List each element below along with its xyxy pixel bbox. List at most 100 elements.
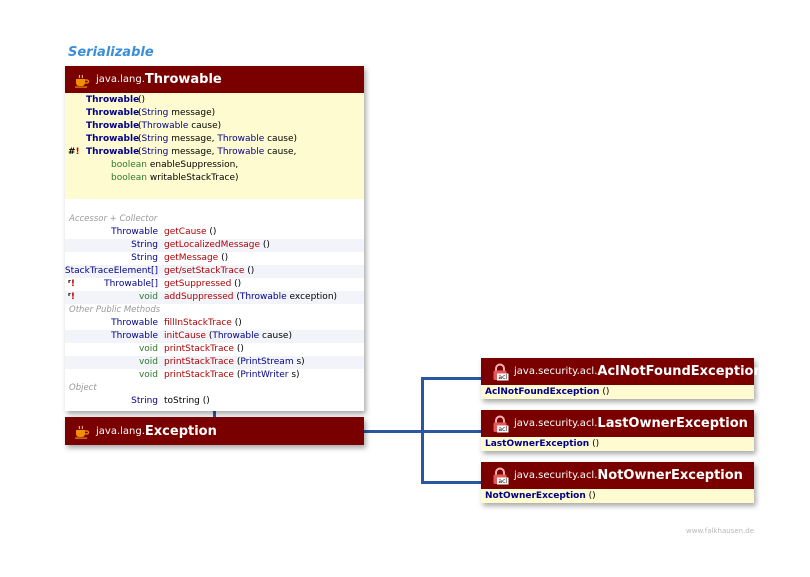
constructor-row: #! Throwable (String message, Throwable …: [65, 146, 364, 159]
method-row: StackTraceElement[] get/setStackTrace (): [65, 265, 364, 278]
category-label: Other Public Methods: [69, 305, 161, 315]
method-row: ʳ! Throwable[] getSuppressed (): [65, 278, 364, 291]
constructor-name: Throwable: [86, 95, 140, 105]
inheritance-line-notowner: [421, 481, 482, 484]
method-signature: printStackTrace (PrintStream s): [164, 357, 305, 367]
return-type: String: [131, 396, 158, 406]
svg-text:acl: acl: [498, 426, 507, 433]
constructor-row: Throwable (String message, Throwable cau…: [65, 133, 364, 146]
return-type: void: [138, 292, 158, 302]
method-row: Throwable initCause (Throwable cause): [65, 330, 364, 343]
method-row: void printStackTrace (PrintStream s): [65, 356, 364, 369]
protected-marker: #!: [68, 147, 80, 157]
category-label: Object: [69, 383, 97, 393]
constructor-row: AclNotFoundException (): [481, 385, 754, 399]
method-signature: getMessage (): [164, 253, 229, 263]
return-type: Throwable: [111, 227, 158, 237]
inheritance-line-aclnotfound: [421, 377, 482, 380]
constructor-args: (String message, Throwable cause,: [138, 147, 297, 157]
class-header-notownerexception: acl java.security.acl. NotOwnerException: [481, 462, 754, 489]
method-row: String getLocalizedMessage (): [65, 239, 364, 252]
return-type: void: [138, 344, 158, 354]
return-type: StackTraceElement[]: [64, 266, 158, 276]
svg-text:acl: acl: [498, 478, 507, 485]
class-header-aclnotfoundexception: acl java.security.acl. AclNotFoundExcepti…: [481, 358, 763, 385]
constructor-section: Throwable() Throwable (String message) T…: [65, 93, 364, 199]
class-package: java.security.acl.: [514, 470, 598, 481]
class-name: Exception: [144, 423, 217, 439]
method-row: String getMessage (): [65, 252, 364, 265]
svg-text:acl: acl: [498, 374, 507, 381]
lock-icon: acl: [491, 363, 509, 381]
class-name: LastOwnerException: [597, 416, 748, 431]
method-signature: getCause (): [164, 227, 217, 237]
inheritance-line-lastowner: [421, 430, 482, 433]
return-type: void: [138, 370, 158, 380]
class-box-exception: java.lang. Exception: [65, 417, 364, 445]
method-signature: getSuppressed (): [164, 279, 242, 289]
method-signature: toString (): [164, 396, 210, 406]
class-package: java.lang.: [96, 425, 145, 437]
constructor-args: (): [138, 95, 146, 105]
constructor-row: NotOwnerException (): [481, 489, 754, 503]
method-signature: initCause (Throwable cause): [164, 331, 292, 341]
watermark: www.falkhausen.de: [686, 527, 755, 535]
constructor-row: Throwable(): [65, 94, 364, 107]
constructor-row-continuation: boolean writableStackTrace): [65, 172, 364, 185]
method-row: void printStackTrace (): [65, 343, 364, 356]
method-row: void printStackTrace (PrintWriter s): [65, 369, 364, 382]
class-box-aclnotfoundexception: acl java.security.acl. AclNotFoundExcepti…: [481, 358, 763, 399]
method-signature: printStackTrace (): [164, 344, 244, 354]
method-signature: fillInStackTrace (): [164, 318, 242, 328]
return-type: void: [138, 357, 158, 367]
method-row: Throwable fillInStackTrace (): [65, 317, 364, 330]
class-package: java.security.acl.: [514, 418, 598, 429]
constructor-args: boolean writableStackTrace): [111, 173, 239, 183]
class-package: java.security.acl.: [514, 366, 598, 377]
category-label: Accessor + Collector: [69, 214, 158, 224]
constructor-name: Throwable: [86, 147, 140, 157]
constructor-args: boolean enableSuppression,: [111, 160, 239, 170]
constructor-name: Throwable: [86, 121, 140, 131]
class-header-exception: java.lang. Exception: [65, 417, 364, 445]
coffee-cup-icon: [74, 73, 90, 88]
return-type: String: [131, 253, 158, 263]
constructor-row: Throwable (Throwable cause): [65, 120, 364, 133]
constructor-args: (Throwable cause): [138, 121, 222, 131]
method-signature: get/setStackTrace (): [164, 266, 255, 276]
constructor-args: (String message, Throwable cause): [138, 134, 298, 144]
class-box-throwable: java.lang. Throwable Throwable() Throwabl…: [65, 66, 364, 411]
class-header-throwable: java.lang. Throwable: [65, 66, 364, 93]
class-name: AclNotFoundException: [597, 364, 763, 379]
class-box-notownerexception: acl java.security.acl. NotOwnerException …: [481, 462, 754, 503]
class-package: java.lang.: [96, 74, 145, 85]
class-header-lastownerexception: acl java.security.acl. LastOwnerException: [481, 410, 754, 437]
return-type: Throwable[]: [104, 279, 158, 289]
class-name: Throwable: [144, 72, 222, 87]
constructor-name: Throwable: [86, 108, 140, 118]
coffee-cup-icon: [74, 424, 90, 439]
return-type: Throwable: [111, 318, 158, 328]
class-box-lastownerexception: acl java.security.acl. LastOwnerException…: [481, 410, 754, 451]
constructor-row-continuation: boolean enableSuppression,: [65, 159, 364, 172]
method-row: ʳ! void addSuppressed (Throwable excepti…: [65, 291, 364, 304]
class-name: NotOwnerException: [597, 468, 743, 483]
inheritance-line-trunk: [363, 430, 423, 433]
lock-icon: acl: [491, 415, 509, 433]
constructor-args: (String message): [138, 108, 216, 118]
constructor-row: LastOwnerException (): [481, 437, 754, 451]
return-type: Throwable: [111, 331, 158, 341]
lock-icon: acl: [491, 467, 509, 485]
method-signature: addSuppressed (Throwable exception): [164, 292, 338, 302]
constructor-row: Throwable (String message): [65, 107, 364, 120]
method-row: String toString (): [65, 395, 364, 408]
method-row: Throwable getCause (): [65, 226, 364, 239]
return-type: String: [131, 240, 158, 250]
method-signature: getLocalizedMessage (): [164, 240, 270, 250]
method-signature: printStackTrace (PrintWriter s): [164, 370, 300, 380]
final-marker: ʳ!: [68, 292, 75, 302]
final-marker: ʳ!: [68, 279, 75, 289]
interface-label-serializable: Serializable: [68, 45, 154, 60]
constructor-name: Throwable: [86, 134, 140, 144]
method-section: Accessor + Collector Throwable getCause …: [65, 199, 364, 411]
